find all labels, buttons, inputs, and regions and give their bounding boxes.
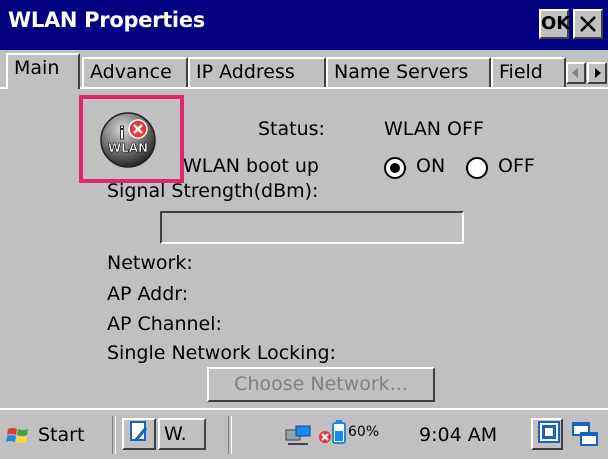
tab-field[interactable]: Field xyxy=(491,57,566,87)
choose-network-button[interactable]: Choose Network... xyxy=(207,367,435,402)
window-switch-icon xyxy=(572,422,598,446)
boot-off-label[interactable]: OFF xyxy=(498,155,535,177)
desktop-button[interactable] xyxy=(122,418,156,450)
input-panel-icon xyxy=(538,421,560,443)
battery-percent: 60% xyxy=(348,424,380,440)
ok-button[interactable]: OK xyxy=(539,9,570,39)
taskbar: Start W. 60% 9:04 AM xyxy=(0,408,608,459)
network-locking-label: Single Network Locking: xyxy=(107,342,336,364)
close-icon xyxy=(580,16,596,32)
tab-ip-address[interactable]: IP Address xyxy=(188,57,326,87)
status-label: Status: xyxy=(258,118,325,140)
start-label: Start xyxy=(38,424,85,446)
tab-advance[interactable]: Advance xyxy=(82,57,188,87)
task-button-wlan[interactable]: W. xyxy=(158,418,206,450)
taskbar-separator xyxy=(228,416,232,454)
title-bar: WLAN Properties OK xyxy=(0,0,608,50)
tab-name-servers[interactable]: Name Servers xyxy=(326,57,491,87)
start-button[interactable]: Start xyxy=(4,419,84,451)
window-switch-button[interactable] xyxy=(570,420,600,450)
signal-strength-field xyxy=(160,211,464,244)
boot-on-radio[interactable] xyxy=(384,157,406,179)
clock[interactable]: 9:04 AM xyxy=(419,419,497,451)
boot-on-label[interactable]: ON xyxy=(416,155,445,177)
battery-icon xyxy=(332,420,346,444)
window-title: WLAN Properties xyxy=(8,8,205,32)
taskbar-separator xyxy=(112,416,116,454)
signal-strength-label: Signal Strength(dBm): xyxy=(107,180,319,202)
arrow-right-icon xyxy=(595,68,601,78)
tablet-icon xyxy=(130,421,148,441)
windows-logo-icon xyxy=(6,428,28,443)
close-button[interactable] xyxy=(573,9,603,39)
ap-channel-label: AP Channel: xyxy=(107,313,222,335)
arrow-left-icon xyxy=(572,68,578,78)
highlight-box xyxy=(79,95,184,183)
radio-selected-dot xyxy=(390,163,400,173)
input-panel-button[interactable] xyxy=(531,418,563,450)
network-label: Network: xyxy=(107,252,193,274)
battery-status[interactable]: 60% xyxy=(332,420,380,444)
network-icon[interactable] xyxy=(284,424,312,448)
boot-up-label: WLAN boot up xyxy=(183,155,319,177)
battery-error-icon xyxy=(319,431,331,443)
tab-main[interactable]: Main xyxy=(6,53,80,89)
ap-addr-label: AP Addr: xyxy=(107,283,189,305)
status-value: WLAN OFF xyxy=(384,118,484,140)
tab-scroll-right-button[interactable] xyxy=(587,62,607,84)
boot-off-radio[interactable] xyxy=(466,157,488,179)
tab-scroll-left-button[interactable] xyxy=(566,62,586,84)
tab-strip: Main Advance IP Address Name Servers Fie… xyxy=(0,52,608,89)
